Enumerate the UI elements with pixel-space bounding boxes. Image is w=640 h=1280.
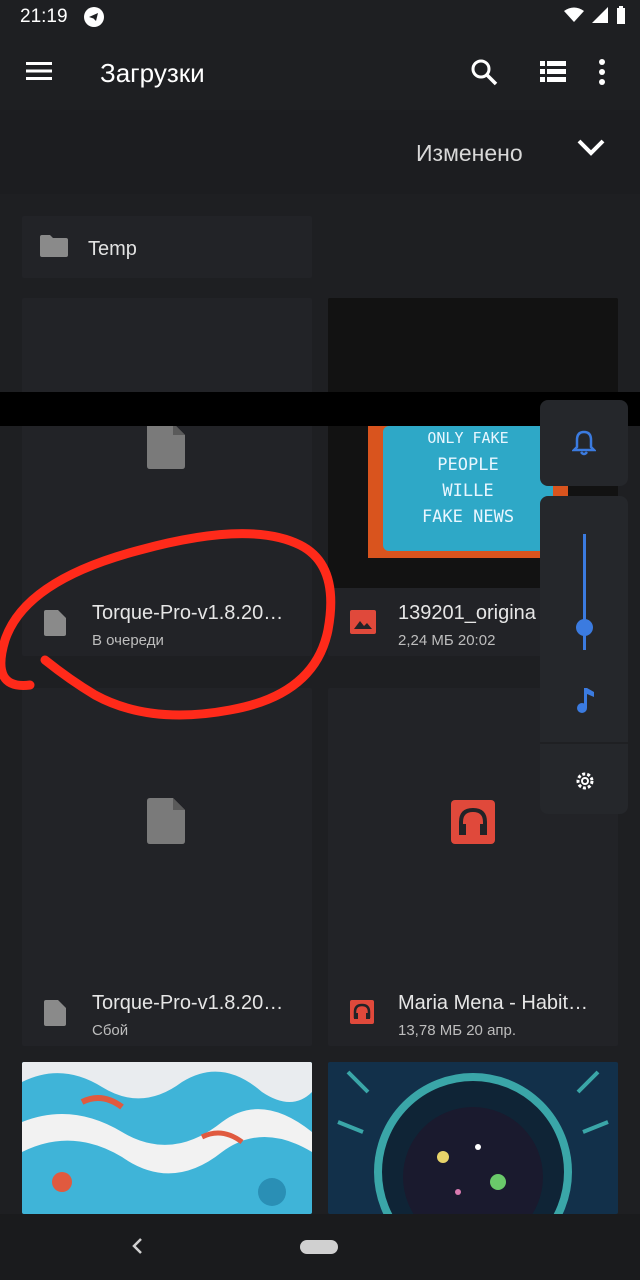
ringer-toggle[interactable] [540,400,628,486]
sort-bar: Изменено [0,110,640,194]
status-bar: 21:19 [0,0,640,34]
folder-icon [40,235,68,262]
headphones-icon [350,1000,374,1029]
gear-icon[interactable] [574,770,596,797]
headphones-icon [451,800,495,849]
search-icon[interactable] [470,58,498,91]
bell-icon[interactable] [570,430,598,461]
battery-icon [616,6,626,29]
file-icon [147,423,187,474]
list-view-icon[interactable] [540,61,566,88]
file-thumbnail [22,688,312,978]
volume-slider-thumb[interactable] [576,619,593,636]
file-status: Сбой [92,1022,129,1039]
file-info: 13,78 МБ 20 апр. [398,1022,517,1039]
volume-slider-panel [540,496,628,814]
home-pill[interactable] [300,1240,338,1254]
volume-panel [540,400,628,814]
thumbnail-text-line: FAKE NEWS [422,507,514,527]
signal-icon [592,7,608,28]
red-circle-annotation [0,520,345,730]
image-icon [350,610,376,639]
thumbnail-text-line: WILLE [442,481,493,501]
thumbnail-text-line: ONLY FAKE [427,429,508,447]
thumbnail-text-line: PEOPLE [437,455,498,475]
music-note-icon[interactable] [574,688,596,719]
divider [540,742,628,744]
file-meta: Maria Mena - Habit… 13,78 МБ 20 апр. [328,978,618,1046]
telegram-icon [84,7,104,27]
navigation-bar [0,1214,640,1280]
menu-icon[interactable] [26,61,52,86]
file-name: Maria Mena - Habit… [398,992,589,1014]
status-time: 21:19 [20,6,68,27]
file-card-image-astronaut[interactable] [328,1062,618,1214]
chevron-down-icon[interactable] [576,138,606,163]
file-meta: Torque-Pro-v1.8.20… Сбой [22,978,312,1046]
back-icon[interactable] [130,1236,144,1261]
astronaut-image-thumbnail [328,1062,618,1214]
file-icon [147,798,187,849]
file-icon [44,1000,66,1031]
file-card-image-abstract[interactable] [22,1062,312,1214]
page-title: Загрузки [100,58,205,88]
wifi-icon [564,7,584,28]
file-card-torque-failed[interactable]: Torque-Pro-v1.8.20… Сбой [22,688,312,1046]
file-info: 2,24 МБ 20:02 [398,632,496,649]
folder-item-temp[interactable]: Temp [22,216,312,278]
abstract-image-thumbnail [22,1062,312,1214]
more-options-icon[interactable] [598,58,606,91]
file-name: Torque-Pro-v1.8.20… [92,992,284,1014]
folder-name: Temp [88,238,137,260]
sort-label[interactable]: Изменено [416,140,523,167]
app-bar: Загрузки [0,34,640,110]
